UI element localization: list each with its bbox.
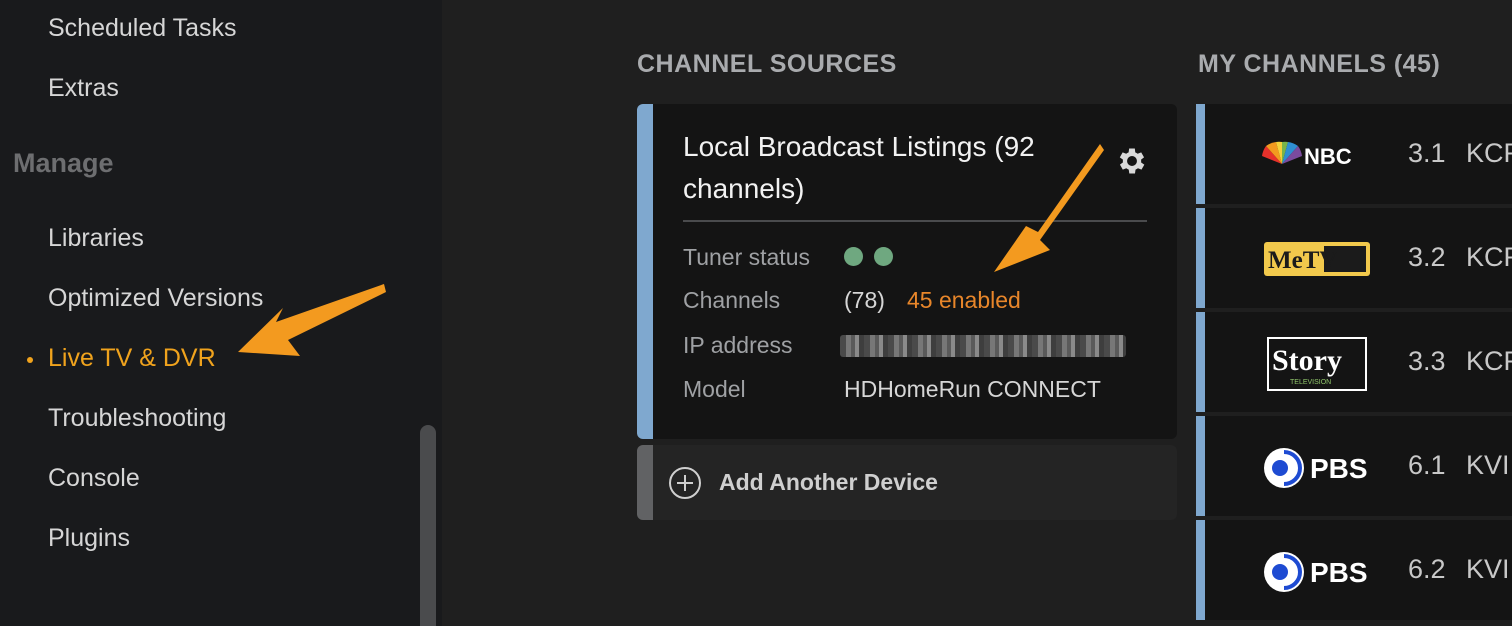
channel-bar [1196, 520, 1205, 620]
add-device-bar [637, 445, 653, 520]
add-device-button[interactable]: Add Another Device [637, 445, 1177, 520]
channel-row[interactable]: Story TELEVISION 3.3 KCR [1196, 312, 1512, 412]
source-title: Local Broadcast Listings (92 channels) [683, 131, 1035, 204]
story-logo: Story TELEVISION [1267, 337, 1367, 391]
channel-number: 6.2 [1408, 554, 1446, 584]
sidebar-scrollbar[interactable] [420, 425, 436, 626]
channel-callsign: KVI [1466, 554, 1510, 584]
my-channels-heading: MY CHANNELS (45) [1198, 50, 1441, 78]
channel-callsign: KCR [1466, 242, 1512, 272]
channel-callsign: KCR [1466, 138, 1512, 168]
sidebar-item-console[interactable]: Console [48, 464, 140, 493]
metv-logo-text: MeTV [1268, 247, 1337, 274]
channel-number: 3.1 [1408, 138, 1446, 168]
active-indicator [27, 357, 33, 363]
channels-label: Channels [683, 287, 781, 313]
pbs-logo: PBS [1264, 552, 1368, 592]
pbs-logo: PBS [1264, 448, 1368, 488]
channel-row[interactable]: MeTV 3.2 KCR [1196, 208, 1512, 308]
channel-number: 3.3 [1408, 346, 1446, 376]
nbc-logo-text: NBC [1304, 144, 1352, 169]
sidebar-item-plugins[interactable]: Plugins [48, 524, 130, 553]
sidebar: Scheduled Tasks Extras Manage Libraries … [0, 0, 442, 626]
tuner-status-dot [874, 247, 893, 266]
channel-row[interactable]: PBS 6.2 KVI [1196, 520, 1512, 620]
add-device-label: Add Another Device [719, 469, 938, 495]
pbs-logo-text: PBS [1310, 453, 1368, 484]
channels-total: (78) [844, 287, 885, 313]
gear-icon[interactable] [1115, 144, 1149, 178]
tuner-status-dot [844, 247, 863, 266]
sidebar-item-troubleshooting[interactable]: Troubleshooting [48, 404, 226, 433]
channel-bar [1196, 208, 1205, 308]
sidebar-item-libraries[interactable]: Libraries [48, 224, 144, 253]
source-status-bar [637, 104, 653, 439]
channel-callsign: KCR [1466, 346, 1512, 376]
channel-sources-heading: CHANNEL SOURCES [637, 50, 897, 78]
channels-enabled-link[interactable]: 45 enabled [907, 287, 1021, 314]
metv-logo: MeTV [1264, 242, 1370, 276]
channel-bar [1196, 104, 1205, 204]
sidebar-item-live-tv-dvr[interactable]: Live TV & DVR [48, 344, 216, 373]
nbc-logo: NBC [1262, 141, 1352, 169]
channel-number: 3.2 [1408, 242, 1446, 272]
sidebar-item-optimized-versions[interactable]: Optimized Versions [48, 284, 263, 313]
channel-source-card[interactable]: Local Broadcast Listings (92 channels) T… [637, 104, 1177, 439]
sidebar-item-extras[interactable]: Extras [48, 74, 119, 103]
story-logo-text: Story [1272, 344, 1342, 377]
sidebar-item-scheduled-tasks[interactable]: Scheduled Tasks [48, 14, 237, 43]
channel-bar [1196, 416, 1205, 516]
channel-bar [1196, 312, 1205, 412]
channel-row[interactable]: NBC 3.1 KCR [1196, 104, 1512, 204]
pbs-logo-text: PBS [1310, 557, 1368, 588]
channel-row[interactable]: PBS 6.1 KVI [1196, 416, 1512, 516]
card-divider [683, 220, 1147, 222]
model-label: Model [683, 376, 746, 402]
plus-circle-icon [669, 467, 701, 499]
sidebar-section-manage: Manage [13, 148, 114, 178]
channel-number: 6.1 [1408, 450, 1446, 480]
story-logo-sub: TELEVISION [1290, 379, 1331, 386]
tuner-status-label: Tuner status [683, 244, 810, 270]
channel-callsign: KVI [1466, 450, 1510, 480]
model-value: HDHomeRun CONNECT [844, 376, 1101, 402]
ip-address-label: IP address [683, 332, 793, 358]
ip-address-redacted [840, 335, 1126, 357]
